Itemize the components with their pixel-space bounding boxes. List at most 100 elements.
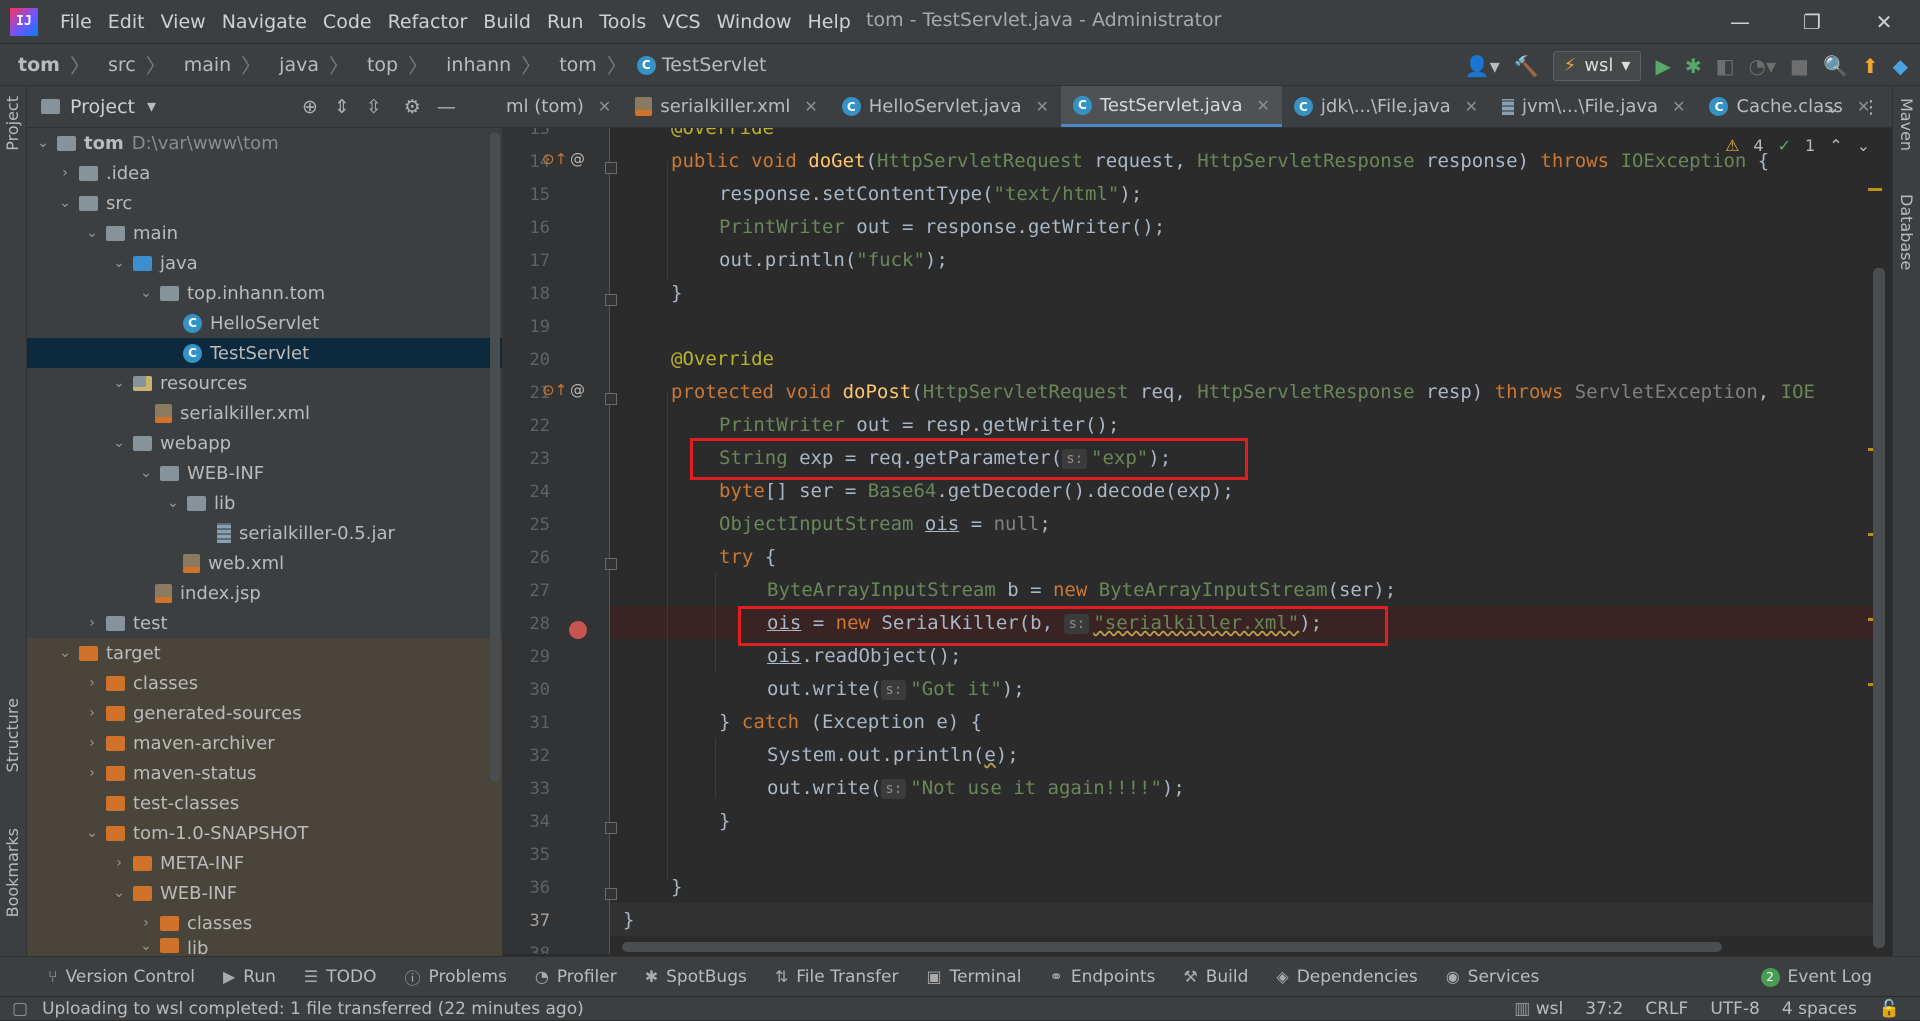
- code-editor[interactable]: 13 14 15 16 17 18 19 20 21 22 23 24 25 2…: [502, 128, 1892, 954]
- tab-pom[interactable]: ml (tom) ✕: [502, 86, 623, 127]
- build-hammer-icon[interactable]: 🔨: [1514, 54, 1539, 78]
- tree-item-src[interactable]: ⌄ src: [27, 188, 502, 218]
- tree-item-lib[interactable]: ⌄ lib: [27, 488, 502, 518]
- toggle-tool-windows-icon[interactable]: ▢: [12, 999, 28, 1019]
- coverage-icon[interactable]: ◧: [1716, 54, 1735, 78]
- chevron-down-icon[interactable]: ⌄: [165, 495, 181, 511]
- tree-item-test-classes[interactable]: test-classes: [27, 788, 502, 818]
- close-icon[interactable]: ✕: [1672, 97, 1685, 116]
- version-control-tab[interactable]: ⑂ Version Control: [0, 967, 209, 987]
- menu-help[interactable]: Help: [799, 11, 858, 33]
- project-panel-title[interactable]: Project: [70, 96, 135, 118]
- tree-item-target-classes[interactable]: › classes: [27, 908, 502, 938]
- tree-item-index-jsp[interactable]: index.jsp: [27, 578, 502, 608]
- menu-navigate[interactable]: Navigate: [214, 11, 315, 33]
- close-icon[interactable]: ✕: [1465, 97, 1478, 116]
- tree-item-meta-inf[interactable]: › META-INF: [27, 848, 502, 878]
- tab-helloservlet[interactable]: C HelloServlet.java ✕: [830, 86, 1061, 127]
- chevron-down-icon[interactable]: ⌄: [84, 225, 100, 241]
- tree-item-java[interactable]: ⌄ java: [27, 248, 502, 278]
- tree-item-serialkiller-jar[interactable]: serialkiller-0.5.jar: [27, 518, 502, 548]
- menu-file[interactable]: File: [52, 11, 100, 33]
- tree-item-package[interactable]: ⌄ top.inhann.tom: [27, 278, 502, 308]
- breadcrumb-testservlet[interactable]: C TestServlet: [627, 54, 767, 76]
- breadcrumb-tom-package[interactable]: tom: [541, 54, 597, 76]
- chevron-right-icon[interactable]: ›: [84, 765, 100, 781]
- fold-marker-icon[interactable]: [605, 162, 617, 174]
- file-encoding[interactable]: UTF-8: [1710, 999, 1760, 1019]
- debug-icon[interactable]: ✱: [1685, 54, 1702, 78]
- breadcrumb-main[interactable]: main: [166, 54, 231, 76]
- todo-tab[interactable]: ☰ TODO: [290, 967, 391, 987]
- menu-run[interactable]: Run: [539, 11, 591, 33]
- tree-item-classes[interactable]: › classes: [27, 668, 502, 698]
- spotbugs-tab[interactable]: ✱ SpotBugs: [631, 967, 761, 987]
- close-icon[interactable]: ✕: [1036, 97, 1049, 116]
- implements-method-icon[interactable]: ⊙↑: [542, 381, 567, 399]
- locate-icon[interactable]: ⊕: [302, 96, 318, 118]
- build-tab[interactable]: ⚒ Build: [1169, 967, 1262, 987]
- problems-tab[interactable]: ⓘ Problems: [391, 965, 521, 989]
- menu-vcs[interactable]: VCS: [654, 11, 708, 33]
- run-icon[interactable]: ▶: [1655, 54, 1670, 78]
- editor-gutter[interactable]: 13 14 15 16 17 18 19 20 21 22 23 24 25 2…: [502, 128, 617, 954]
- more-options-icon[interactable]: ⋮: [1862, 97, 1880, 118]
- database-tool-tab[interactable]: Database: [1897, 194, 1916, 270]
- tab-jvm-file[interactable]: jvm\...\File.java ✕: [1490, 86, 1697, 127]
- lock-icon[interactable]: 🔓: [1879, 999, 1900, 1019]
- chevron-right-icon[interactable]: ›: [84, 705, 100, 721]
- status-message[interactable]: Uploading to wsl completed: 1 file trans…: [42, 999, 584, 1019]
- tree-item-target-web-inf[interactable]: ⌄ WEB-INF: [27, 878, 502, 908]
- stop-icon[interactable]: ■: [1790, 54, 1809, 78]
- indent-setting[interactable]: 4 spaces: [1782, 999, 1857, 1019]
- fold-marker-icon[interactable]: [605, 558, 617, 570]
- chevron-down-icon[interactable]: ⌄: [111, 435, 127, 451]
- tab-serialkiller-xml[interactable]: serialkiller.xml ✕: [623, 86, 829, 127]
- close-icon[interactable]: ✕: [804, 97, 817, 116]
- maven-tool-tab[interactable]: Maven: [1897, 98, 1916, 151]
- project-tool-tab[interactable]: Project: [3, 96, 22, 151]
- tree-item-target-lib[interactable]: ⌄ lib: [27, 938, 502, 958]
- breadcrumb-top[interactable]: top: [349, 54, 398, 76]
- add-user-icon[interactable]: 👤▾: [1465, 54, 1500, 78]
- close-icon[interactable]: ✕: [1257, 96, 1270, 115]
- jetbrains-logo-icon[interactable]: ◆: [1893, 54, 1908, 78]
- chevron-right-icon[interactable]: ›: [84, 675, 100, 691]
- chevron-up-icon[interactable]: ⌃: [1829, 136, 1842, 155]
- close-button[interactable]: ✕: [1848, 0, 1920, 43]
- chevron-right-icon[interactable]: ›: [57, 165, 73, 181]
- tree-item-web-inf[interactable]: ⌄ WEB-INF: [27, 458, 502, 488]
- breadcrumb-src[interactable]: src: [90, 54, 136, 76]
- minimize-button[interactable]: —: [1704, 0, 1776, 43]
- breadcrumb-inhann[interactable]: inhann: [428, 54, 511, 76]
- close-icon[interactable]: ✕: [598, 97, 611, 116]
- chevron-right-icon[interactable]: ›: [111, 855, 127, 871]
- tree-item-webapp[interactable]: ⌄ webapp: [27, 428, 502, 458]
- tree-item-idea[interactable]: › .idea: [27, 158, 502, 188]
- chevron-down-icon[interactable]: ⌄: [138, 285, 154, 301]
- chevron-down-icon[interactable]: ⌄: [35, 135, 51, 151]
- fold-marker-icon[interactable]: [605, 393, 617, 405]
- at-annotation-icon[interactable]: @: [570, 381, 585, 399]
- chevron-down-icon[interactable]: ⌄: [138, 938, 154, 954]
- tree-item-maven-status[interactable]: › maven-status: [27, 758, 502, 788]
- tree-item-test[interactable]: › test: [27, 608, 502, 638]
- menu-build[interactable]: Build: [475, 11, 539, 33]
- restore-button[interactable]: ❐: [1776, 0, 1848, 43]
- dependencies-tab[interactable]: ◈ Dependencies: [1262, 967, 1431, 987]
- chevron-right-icon[interactable]: ›: [84, 615, 100, 631]
- breakpoint-icon[interactable]: [569, 621, 587, 639]
- menu-view[interactable]: View: [153, 11, 214, 33]
- chevron-down-icon[interactable]: ⌄: [57, 645, 73, 661]
- editor-horizontal-scrollbar[interactable]: [622, 942, 1722, 952]
- tree-item-main[interactable]: ⌄ main: [27, 218, 502, 248]
- tree-item-maven-archiver[interactable]: › maven-archiver: [27, 728, 502, 758]
- inspection-widget[interactable]: ⚠ 4 ✓ 1 ⌃ ⌄: [1725, 136, 1870, 155]
- fold-marker-icon[interactable]: [605, 888, 617, 900]
- profiler-tab[interactable]: ◔ Profiler: [521, 967, 631, 987]
- tree-item-generated-sources[interactable]: › generated-sources: [27, 698, 502, 728]
- update-icon[interactable]: ⬆: [1862, 54, 1879, 78]
- tree-item-tom-snapshot[interactable]: ⌄ tom-1.0-SNAPSHOT: [27, 818, 502, 848]
- expand-all-icon[interactable]: ⇕: [334, 96, 350, 118]
- tab-testservlet[interactable]: C TestServlet.java ✕: [1060, 86, 1282, 127]
